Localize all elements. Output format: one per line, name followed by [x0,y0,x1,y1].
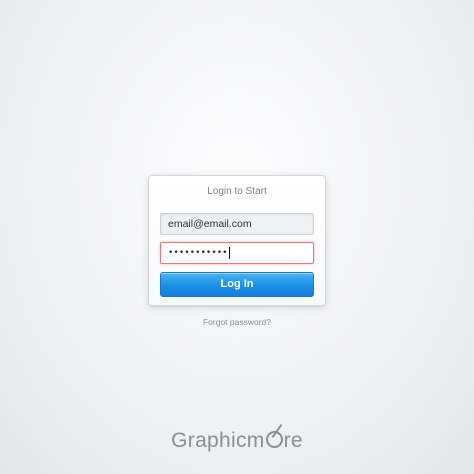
password-field[interactable]: ••••••••••• [160,242,314,264]
password-value: ••••••••••• [168,248,228,258]
email-field[interactable]: email@email.com [160,213,314,235]
quill-icon [271,423,282,439]
brand-text-start: Graphicm [171,429,265,452]
login-button[interactable]: Log In [160,272,314,297]
email-value: email@email.com [168,218,252,230]
text-caret [228,246,230,259]
brand-text-end: re [283,429,303,452]
pen-o-logo-icon [265,423,283,448]
brand-logo: Graphicm re [0,423,474,458]
login-title: Login to Start [207,186,267,197]
forgot-password-link[interactable]: Forgot password? [0,317,474,327]
login-card: Login to Start email@email.com •••••••••… [148,175,326,306]
